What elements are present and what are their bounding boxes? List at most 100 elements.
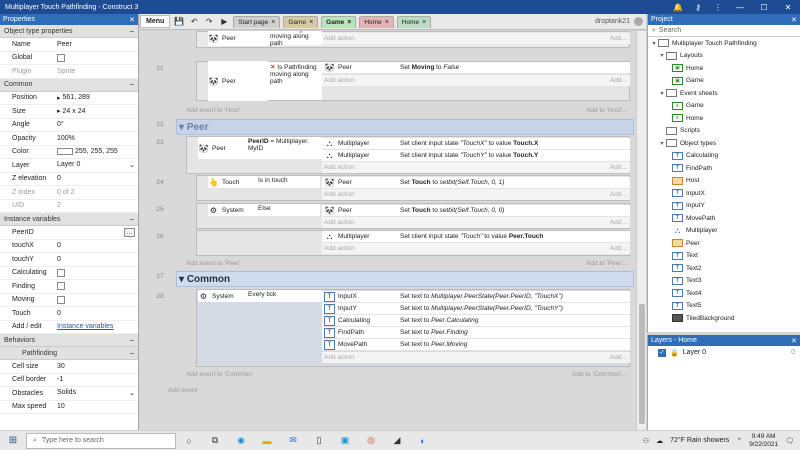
event-24-condition[interactable]: Is in touch	[256, 176, 320, 188]
bell-icon[interactable]: 🔔	[668, 3, 688, 12]
action-21[interactable]: 🐼 Peer Set Moving to False	[322, 62, 630, 74]
add-action-24[interactable]: Add action Add…	[322, 189, 630, 200]
tab-game-layout[interactable]: Game ×	[283, 15, 319, 28]
scrollbar-thumb[interactable]	[639, 304, 645, 424]
notification-icon[interactable]: 🗨	[785, 437, 794, 445]
tree-layout-game[interactable]: ▣ Game	[648, 75, 800, 88]
tree-object[interactable]: T InputX	[648, 187, 800, 200]
add-event-peer[interactable]: Add event to 'Peer'	[186, 260, 241, 267]
tree-event-sheets[interactable]: ▾ Event sheets	[648, 87, 800, 100]
tree-sheet-game[interactable]: ≡ Game	[648, 100, 800, 113]
event-23-condition[interactable]: PeerID = Multiplayer. MyID	[246, 137, 322, 159]
menu-dots-icon[interactable]: ⋮	[708, 3, 728, 12]
layer-select[interactable]: Layer 0 ⌄	[57, 161, 135, 169]
action-25[interactable]: 🐼 Peer Set Touch to setbit(Self.Touch, 0, …	[322, 205, 630, 217]
tree-object[interactable]: T Calculating	[648, 150, 800, 163]
tree-scripts[interactable]: Scripts	[648, 125, 800, 138]
minimize-button[interactable]: —	[728, 3, 752, 12]
tab-start-page[interactable]: Start page ×	[233, 15, 281, 28]
tree-layout-home[interactable]: ▣ Home	[648, 62, 800, 75]
event-25-object[interactable]: ⚙ System	[208, 204, 256, 216]
prop-max-speed[interactable]: Max speed 10	[0, 401, 138, 414]
event-28-object[interactable]: ⚙ System	[198, 290, 246, 302]
tree-sheet-home[interactable]: ≡ Home	[648, 112, 800, 125]
tab-home-layout[interactable]: Home ×	[359, 15, 394, 28]
prop-global[interactable]: Global	[0, 52, 138, 65]
construct-icon[interactable]: ◐	[410, 436, 436, 446]
undo-icon[interactable]: ↶	[188, 17, 200, 26]
add-action-23[interactable]: Add action Add…	[322, 162, 630, 173]
menu-button[interactable]: Menu	[140, 15, 171, 28]
var-touch[interactable]: Touch 0	[0, 307, 138, 321]
group-peer[interactable]: ▾ Peer	[176, 119, 634, 135]
save-icon[interactable]: 💾	[173, 17, 185, 26]
add-action-21[interactable]: Add action Add…	[322, 75, 630, 86]
prop-z-elevation[interactable]: Z elevation 0	[0, 173, 138, 186]
tree-object[interactable]: T InputY	[648, 200, 800, 213]
tree-layouts[interactable]: ▾ Layouts	[648, 50, 800, 63]
user-account[interactable]: droptank21	[595, 17, 646, 26]
project-search-input[interactable]: ⌕ Search	[648, 25, 800, 37]
people-icon[interactable]: ⚇	[643, 437, 649, 445]
action-28-4[interactable]: T FindPath Set text to Peer.Finding	[322, 327, 630, 339]
weather-icon[interactable]: ☁	[656, 437, 663, 445]
key-icon[interactable]: ⚷	[688, 3, 708, 12]
event-20-object[interactable]: 🐼 Peer	[208, 31, 268, 46]
clock[interactable]: 9:49 AM 9/22/2021	[749, 433, 778, 449]
section-pathfinding[interactable]: Pathfinding −	[0, 347, 138, 360]
instance-variables-link[interactable]: Instance variables	[57, 323, 113, 330]
event-28-condition[interactable]: Every tick	[246, 290, 322, 302]
layer-row[interactable]: ✓ 🔒 Layer 0 0	[648, 346, 800, 359]
maximize-button[interactable]: ☐	[752, 3, 776, 12]
prop-angle[interactable]: Angle 0°	[0, 119, 138, 132]
action-26[interactable]: ⛬ Multiplayer Set client input state "Touc…	[322, 231, 630, 243]
close-icon[interactable]: ✕	[791, 337, 797, 345]
add-event-host[interactable]: Add event to 'Host'	[186, 107, 240, 114]
tree-object[interactable]: T Text5	[648, 300, 800, 313]
action-28-3[interactable]: T Calculating Set text to Peer.Calculating	[322, 315, 630, 327]
var-touchy[interactable]: touchY 0	[0, 253, 138, 267]
tree-object[interactable]: Peer	[648, 237, 800, 250]
close-icon[interactable]: ✕	[129, 16, 135, 24]
tree-object[interactable]: Host	[648, 175, 800, 188]
event-24-object[interactable]: 👆 Touch	[208, 176, 256, 188]
add-action-25[interactable]: Add action Add…	[322, 217, 630, 228]
prop-opacity[interactable]: Opacity 100%	[0, 132, 138, 146]
close-button[interactable]: ✕	[776, 3, 800, 12]
action-28-5[interactable]: T MovePath Set text to Peer.Moving	[322, 339, 630, 351]
tree-object[interactable]: T Text	[648, 250, 800, 263]
app-icon[interactable]: ▯	[306, 435, 332, 446]
redo-icon[interactable]: ↷	[203, 17, 215, 26]
edge-icon[interactable]: ◉	[228, 435, 254, 446]
var-touchx[interactable]: touchX 0	[0, 240, 138, 253]
add-action-28[interactable]: Add action Add…	[322, 352, 630, 363]
group-common[interactable]: ▾ Common	[176, 271, 634, 287]
add-to-common[interactable]: Add to 'Common'...	[572, 371, 627, 378]
prop-color[interactable]: Color 255, 255, 255	[0, 146, 138, 159]
prop-layer[interactable]: Layer Layer 0 ⌄	[0, 159, 138, 173]
chrome-icon[interactable]: ◎	[358, 435, 384, 446]
add-to-host[interactable]: Add to 'Host'...	[586, 107, 628, 114]
tree-root[interactable]: ▾ Multiplayer Touch Pathfinding	[648, 37, 800, 50]
action-24[interactable]: 🐼 Peer Set Touch to setbit(Self.Touch, 0, …	[322, 177, 630, 189]
lock-icon[interactable]: 🔒	[670, 349, 679, 357]
add-action-20[interactable]: Add action Add…	[322, 33, 630, 44]
color-swatch[interactable]	[57, 148, 73, 156]
var-finding[interactable]: Finding	[0, 280, 138, 294]
visible-checkbox[interactable]: ✓	[658, 348, 666, 357]
close-icon[interactable]: ✕	[791, 16, 797, 24]
tree-object[interactable]: T FindPath	[648, 162, 800, 175]
event-25-condition[interactable]: Else	[256, 204, 320, 216]
tree-object[interactable]: T Text4	[648, 287, 800, 300]
var-peerid[interactable]: PeerID…	[0, 226, 138, 240]
mail-icon[interactable]: ✉	[280, 435, 306, 446]
cortana-icon[interactable]: ○	[176, 436, 202, 446]
tree-object[interactable]: T Text3	[648, 275, 800, 288]
action-28-1[interactable]: T InputX Set text to Multiplayer.PeerState…	[322, 291, 630, 303]
event-sheet[interactable]: 🐼Peer Pathfinding moving along path Add …	[140, 31, 636, 430]
app-icon[interactable]: ◢	[384, 435, 410, 446]
prop-name[interactable]: Name Peer	[0, 38, 138, 52]
task-view-icon[interactable]: ⧉	[202, 435, 228, 446]
tree-object-types[interactable]: ▾ Object types	[648, 137, 800, 150]
tree-object[interactable]: ⛬ Multiplayer	[648, 225, 800, 238]
